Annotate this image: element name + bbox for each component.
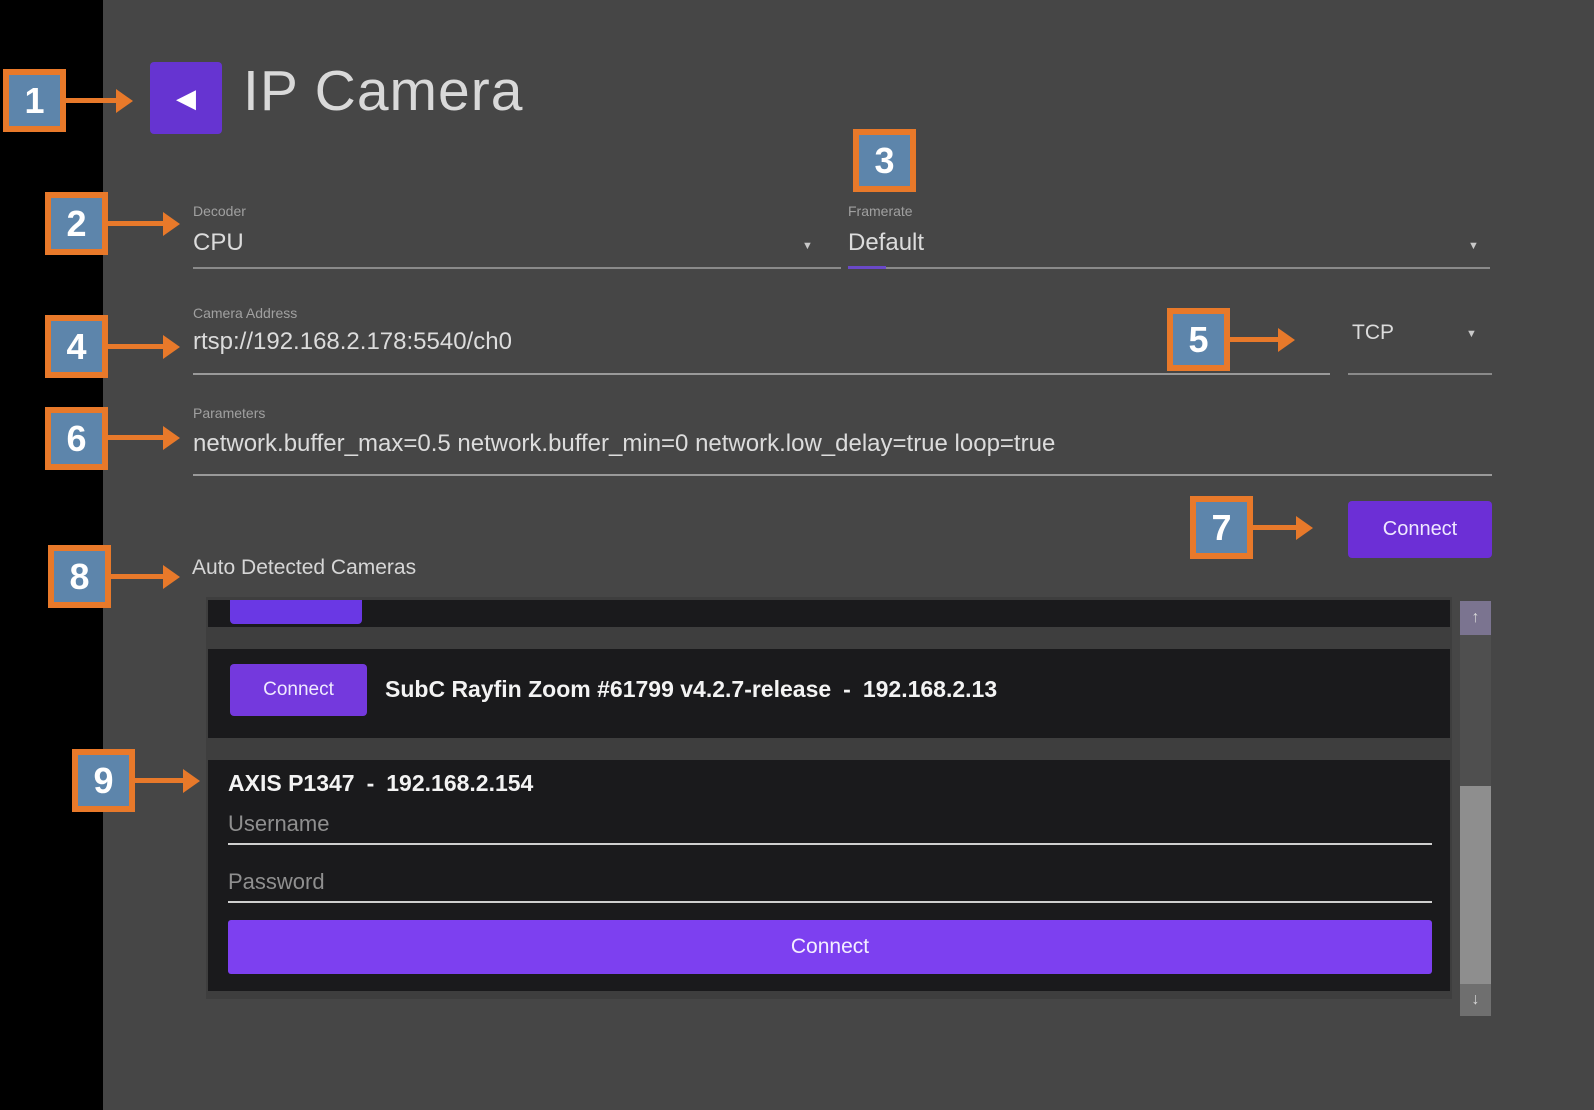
connect-button[interactable]: Connect <box>1348 501 1492 558</box>
framerate-underline-accent <box>848 266 886 269</box>
parameters-input[interactable] <box>193 430 1483 458</box>
scroll-up-icon: ↑ <box>1472 609 1480 627</box>
callout-badge-1: 1 <box>3 69 66 132</box>
callout-badge-9: 9 <box>72 749 135 812</box>
callout-arrow-6 <box>108 435 163 440</box>
screenshot-root: ◀ IP Camera Decoder CPU ▼ Framerate Defa… <box>0 0 1594 1110</box>
camera-list-item-partial[interactable] <box>208 600 1450 627</box>
transport-underline <box>1348 373 1492 375</box>
axis-connect-button[interactable]: Connect <box>228 920 1432 974</box>
back-button[interactable]: ◀ <box>150 62 222 134</box>
callout-arrow-4 <box>108 344 163 349</box>
camera-address-label: Camera Address <box>193 305 297 321</box>
scroll-down-icon: ↓ <box>1472 991 1480 1009</box>
axis-camera-address: 192.168.2.154 <box>386 770 533 796</box>
scroll-up-button[interactable]: ↑ <box>1460 601 1491 635</box>
framerate-label: Framerate <box>848 203 913 219</box>
axis-camera-name: AXIS P1347 <box>228 770 355 796</box>
decoder-label: Decoder <box>193 203 246 219</box>
callout-arrow-7 <box>1253 525 1296 530</box>
callout-arrow-9 <box>135 778 183 783</box>
callout-badge-7: 7 <box>1190 496 1253 559</box>
back-arrow-icon: ◀ <box>176 85 196 111</box>
framerate-value[interactable]: Default <box>848 229 924 257</box>
auto-detected-heading: Auto Detected Cameras <box>192 556 416 580</box>
username-field[interactable] <box>228 805 1432 845</box>
parameters-underline <box>193 474 1492 476</box>
callout-badge-8: 8 <box>48 545 111 608</box>
connect-button-partial[interactable] <box>230 600 362 624</box>
subc-camera-name: SubC Rayfin Zoom #61799 v4.2.7-release <box>385 676 831 702</box>
callout-arrow-2 <box>108 221 163 226</box>
callout-badge-4: 4 <box>45 315 108 378</box>
decoder-dropdown-icon[interactable]: ▼ <box>802 240 813 252</box>
callout-badge-5: 5 <box>1167 308 1230 371</box>
axis-title-dash: - <box>367 770 375 796</box>
camera-address-input[interactable] <box>193 328 1323 356</box>
callout-arrow-5 <box>1230 337 1278 342</box>
callout-badge-2: 2 <box>45 192 108 255</box>
framerate-underline <box>848 267 1490 269</box>
camera-address-underline <box>193 373 1330 375</box>
transport-dropdown-icon[interactable]: ▼ <box>1466 328 1477 340</box>
callout-badge-3: 3 <box>853 129 916 192</box>
callout-badge-6: 6 <box>45 407 108 470</box>
subc-connect-button[interactable]: Connect <box>230 664 367 716</box>
subc-camera-title: SubC Rayfin Zoom #61799 v4.2.7-release-1… <box>385 676 997 703</box>
subc-camera-address: 192.168.2.13 <box>863 676 997 702</box>
scrollbar-thumb[interactable] <box>1460 786 1491 984</box>
password-field[interactable] <box>228 863 1432 903</box>
subc-title-dash: - <box>843 676 851 702</box>
callout-arrow-8 <box>111 574 163 579</box>
scroll-down-button[interactable]: ↓ <box>1460 984 1491 1016</box>
decoder-underline <box>193 267 841 269</box>
callout-arrow-1 <box>66 98 116 103</box>
parameters-label: Parameters <box>193 405 265 421</box>
axis-camera-title: AXIS P1347-192.168.2.154 <box>228 770 533 797</box>
framerate-dropdown-icon[interactable]: ▼ <box>1468 240 1479 252</box>
camera-list-item-subc: Connect SubC Rayfin Zoom #61799 v4.2.7-r… <box>208 649 1450 738</box>
decoder-value[interactable]: CPU <box>193 229 244 257</box>
page-title: IP Camera <box>243 58 523 124</box>
transport-value[interactable]: TCP <box>1352 321 1394 345</box>
